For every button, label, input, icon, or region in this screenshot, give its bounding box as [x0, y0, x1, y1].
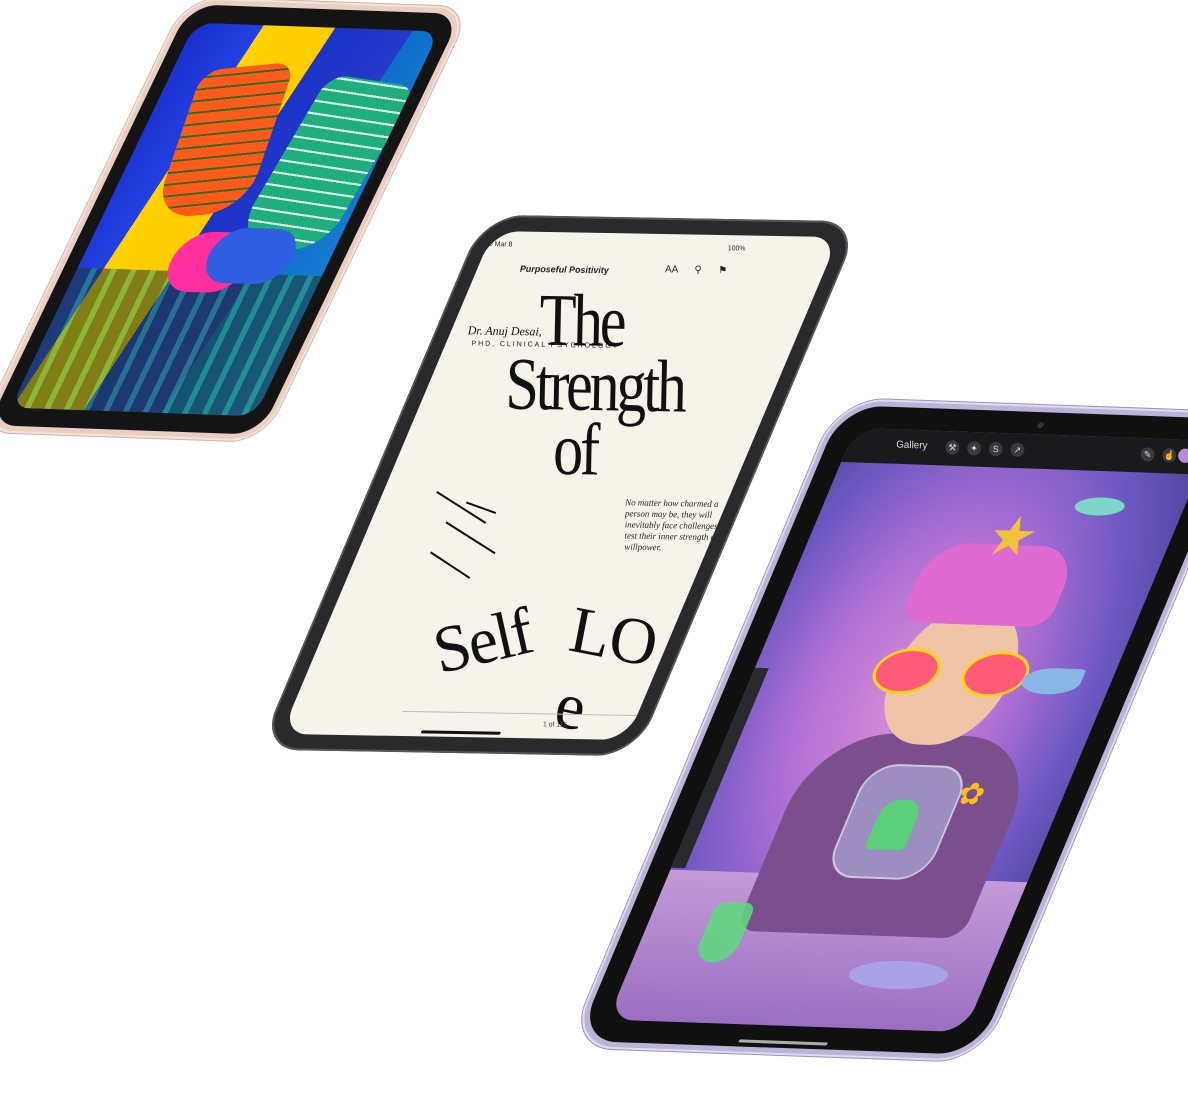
search-icon[interactable]: ⚲ — [694, 265, 701, 276]
tablet-rose — [0, 0, 473, 442]
gallery-button[interactable]: Gallery — [896, 439, 928, 451]
bookmark-icon[interactable]: ⚑ — [718, 265, 727, 276]
drawing-toolbar: Gallery ⚒ ✦ S ↗ ✎ ☝ ▭ ❐ — [841, 427, 1188, 475]
wand-icon[interactable]: ✦ — [966, 440, 982, 456]
artwork-screen — [10, 22, 440, 417]
tablet-bezel — [0, 4, 462, 435]
brush-size-sidebar[interactable] — [671, 667, 769, 869]
artwork-glasses — [864, 646, 1042, 699]
battery-indicator: 100% — [727, 245, 746, 253]
arrow-icon[interactable]: ↗ — [1010, 442, 1025, 458]
contents-icon[interactable]: ☰ — [462, 260, 472, 272]
s-curve-icon[interactable]: S — [988, 441, 1003, 457]
ufo-icon — [1071, 496, 1129, 517]
camera-icon — [1036, 422, 1045, 429]
wrench-icon[interactable]: ⚒ — [945, 440, 960, 455]
status-bar: 9:41 AM Tue Mar 8 — [448, 240, 519, 248]
headline: The Strength of — [505, 279, 685, 492]
back-icon[interactable]: ‹ — [441, 259, 445, 271]
author-name: Dr. Anuj Desai, — [467, 323, 542, 339]
smudge-icon[interactable]: ☝ — [1162, 447, 1177, 463]
product-hero-image: 9:41 AM Tue Mar 8 100% ‹ ☰ Purposeful Po… — [0, 0, 1188, 1106]
brush-icon[interactable]: ✎ — [1140, 447, 1155, 462]
text-size-button[interactable]: AA — [665, 264, 678, 275]
status-date: Tue Mar 8 — [480, 240, 513, 249]
artwork-stripes — [10, 267, 322, 417]
decorative-strokes — [429, 491, 497, 579]
body-paragraph: No matter how charmed a person may be, t… — [624, 497, 734, 553]
headline-self: Self — [426, 594, 539, 689]
color-swatch[interactable] — [1177, 448, 1188, 464]
reader-nav-right: AA ⚲ ⚑ — [651, 264, 727, 276]
home-indicator — [738, 1039, 829, 1046]
status-time: 9:41 AM — [447, 240, 474, 248]
